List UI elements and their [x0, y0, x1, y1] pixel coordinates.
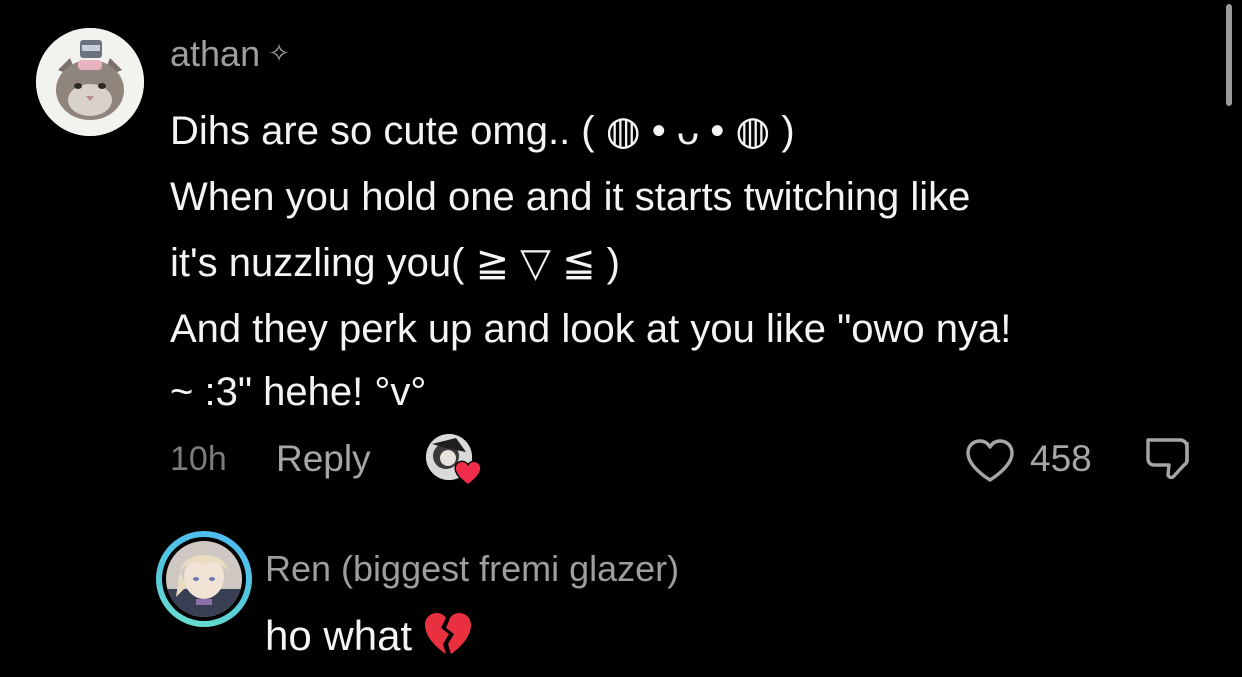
comment-line: it's nuzzling you( ≧ ▽ ≦ ) — [170, 241, 620, 285]
comment-line: And they perk up and look at you like "o… — [170, 307, 1012, 351]
reply-avatar[interactable] — [156, 531, 252, 627]
reply-comment-text: ho what — [265, 610, 474, 662]
reply-button[interactable]: Reply — [276, 438, 371, 480]
creator-liked-badge — [426, 434, 482, 486]
timestamp: 10h — [170, 440, 227, 478]
avatar[interactable] — [36, 28, 144, 136]
broken-heart-icon — [425, 613, 472, 654]
sparkle-icon: ✧ — [268, 39, 290, 69]
comment-username[interactable]: athan ✧ — [170, 33, 290, 75]
reply-text: ho what — [265, 612, 413, 659]
reply-username[interactable]: Ren (biggest fremi glazer) — [265, 548, 679, 590]
like-count: 458 — [1030, 438, 1092, 479]
comment-line: When you hold one and it starts twitchin… — [170, 175, 971, 219]
comment-line: Dihs are so cute omg.. ( ◍ • ᴗ • ◍ ) — [170, 109, 795, 153]
comment-actions: 10h Reply 458 — [170, 432, 1210, 486]
anime-avatar-image — [166, 541, 242, 617]
thumbs-down-icon[interactable] — [1144, 434, 1196, 486]
comment-line: ~ :3" hehe! °v° — [170, 370, 427, 414]
comment-text: Dihs are so cute omg.. ( ◍ • ᴗ • ◍ ) Whe… — [170, 98, 1210, 422]
scrollbar[interactable] — [1226, 4, 1232, 106]
heart-filled-icon — [454, 460, 482, 486]
username-text[interactable]: athan — [170, 33, 260, 74]
cat-avatar-image — [36, 28, 144, 136]
heart-outline-icon[interactable] — [964, 438, 1016, 484]
